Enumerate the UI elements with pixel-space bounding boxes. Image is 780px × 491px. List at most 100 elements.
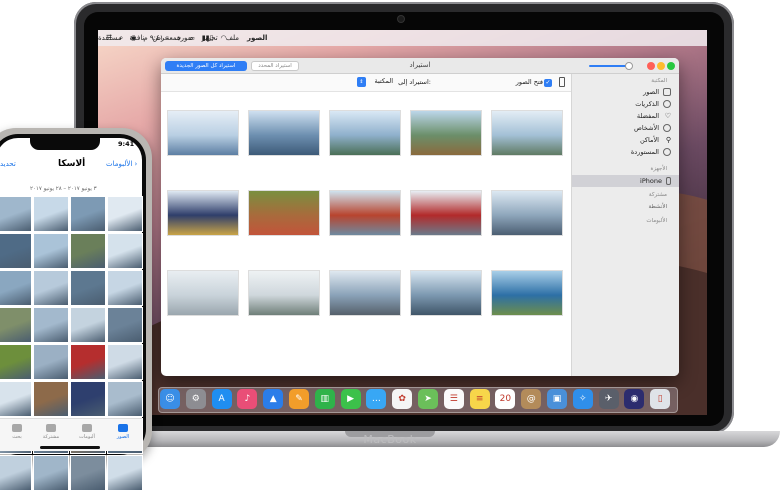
- iphone-photo-tile[interactable]: [33, 196, 69, 232]
- sidebar-item-people[interactable]: الأشخاص: [634, 124, 671, 132]
- iphone-photo-tile[interactable]: [107, 233, 143, 269]
- iphone-photo-tile[interactable]: [70, 307, 106, 343]
- close-window-button[interactable]: [647, 62, 655, 70]
- iphone-photo-tile[interactable]: [107, 344, 143, 380]
- import-photo-thumbnail[interactable]: [167, 190, 239, 236]
- iphone-photo-tile[interactable]: [33, 455, 69, 491]
- siri-icon[interactable]: ◉: [624, 389, 645, 409]
- import-photo-thumbnail[interactable]: [248, 190, 320, 236]
- import-selected-button[interactable]: استيراد المحدد: [251, 61, 299, 71]
- sidebar-item-imports[interactable]: المستوردة: [631, 148, 671, 156]
- sidebar-item-photos[interactable]: الصور: [643, 88, 671, 96]
- battery-icon[interactable]: ▮▮▯: [202, 34, 214, 42]
- iphone-photo-tile[interactable]: [0, 196, 32, 232]
- siri-status-icon[interactable]: ◉: [130, 34, 136, 42]
- pages-icon[interactable]: ✎: [289, 389, 309, 409]
- preview-icon[interactable]: ▣: [547, 389, 567, 409]
- iphone-photo-tile[interactable]: [107, 455, 143, 491]
- import-photo-thumbnail[interactable]: [410, 190, 482, 236]
- albums-back-button[interactable]: الألبومات ›: [106, 160, 137, 168]
- itunes-icon[interactable]: ♪: [237, 389, 258, 409]
- open-photos-checkbox[interactable]: ✓: [544, 79, 552, 87]
- iphone-photo-tile[interactable]: [107, 196, 143, 232]
- iphone-photo-tile[interactable]: [107, 307, 143, 343]
- photos-icon[interactable]: ✿: [392, 389, 413, 409]
- import-all-button[interactable]: استيراد كل الصور الجديدة: [165, 61, 247, 71]
- zoom-window-button[interactable]: [667, 62, 675, 70]
- import-photo-thumbnail[interactable]: [410, 270, 482, 316]
- home-indicator[interactable]: [40, 446, 100, 449]
- iphone-photo-tile[interactable]: [70, 270, 106, 306]
- iphone-photo-tile[interactable]: [0, 381, 32, 417]
- menubar-clock[interactable]: جمعة ٩:٤١ م: [143, 34, 181, 42]
- system-preferences-icon[interactable]: ⚙: [185, 389, 206, 409]
- notes-icon[interactable]: ≡: [469, 389, 490, 409]
- sidebar-item-places[interactable]: ⚲ الأماكن: [640, 136, 671, 144]
- sidebar-item-iphone[interactable]: iPhone: [640, 177, 671, 185]
- calendar-icon[interactable]: 20: [495, 389, 516, 409]
- iphone-photo-tile[interactable]: [0, 344, 32, 380]
- import-photo-thumbnail[interactable]: [329, 270, 401, 316]
- numbers-icon[interactable]: ▥: [314, 389, 335, 409]
- iphone-photo-tile[interactable]: [107, 381, 143, 417]
- trash-icon[interactable]: ▯: [650, 389, 671, 409]
- finder-icon[interactable]: ☺: [160, 389, 180, 409]
- menu-item-file[interactable]: ملف: [226, 34, 239, 42]
- tab-search[interactable]: بحث: [2, 424, 32, 440]
- import-photo-thumbnail[interactable]: [410, 110, 482, 156]
- iphone-photo-tile[interactable]: [0, 455, 32, 491]
- facetime-icon[interactable]: ▶: [340, 389, 361, 409]
- import-photo-thumbnail[interactable]: [491, 190, 563, 236]
- wifi-icon[interactable]: ◠: [220, 34, 226, 42]
- sidebar: المكتبة الصور الذكريات ♡ المفضلة الأشخاص …: [571, 74, 679, 376]
- select-arrows-icon[interactable]: ⇕: [357, 77, 366, 87]
- app-store-icon[interactable]: A: [211, 389, 232, 409]
- iphone-photo-tile[interactable]: [33, 344, 69, 380]
- sidebar-item-memories[interactable]: الذكريات: [635, 100, 671, 108]
- menu-list-icon[interactable]: ☰: [106, 34, 112, 42]
- menu-item-photos[interactable]: الصور: [247, 34, 267, 42]
- iphone-photo-tile[interactable]: [70, 344, 106, 380]
- tab-photos[interactable]: الصور: [108, 424, 138, 440]
- iphone-photo-tile[interactable]: [70, 196, 106, 232]
- import-photo-thumbnail[interactable]: [329, 190, 401, 236]
- tab-albums[interactable]: ألبومات: [72, 424, 102, 440]
- sidebar-item-label: المستوردة: [630, 148, 659, 156]
- import-photo-thumbnail[interactable]: [167, 110, 239, 156]
- sidebar-item-favorites[interactable]: ♡ المفضلة: [637, 112, 671, 120]
- import-photo-thumbnail[interactable]: [167, 270, 239, 316]
- iphone-photo-tile[interactable]: [0, 307, 32, 343]
- messages-icon[interactable]: …: [366, 389, 387, 409]
- keynote-icon[interactable]: ▲: [263, 389, 284, 409]
- reminders-icon[interactable]: ☰: [443, 389, 464, 409]
- iphone-photo-tile[interactable]: [70, 381, 106, 417]
- iphone-photo-tile[interactable]: [0, 270, 32, 306]
- search-icon[interactable]: ⌕: [119, 34, 123, 43]
- import-photo-thumbnail[interactable]: [248, 270, 320, 316]
- import-photo-thumbnail[interactable]: [491, 270, 563, 316]
- iphone-photo-tile[interactable]: [33, 270, 69, 306]
- minimize-window-button[interactable]: [657, 62, 665, 70]
- sidebar-header-devices: الأجهزة: [650, 166, 667, 172]
- iphone-photo-tile[interactable]: [70, 233, 106, 269]
- launchpad-icon[interactable]: ✈: [598, 389, 619, 409]
- iphone-photo-tile[interactable]: [107, 270, 143, 306]
- photos-import-window: استيراد كل الصور الجديدة استيراد المحدد …: [161, 58, 679, 376]
- sidebar-item-activity[interactable]: الأنشطة: [648, 204, 667, 210]
- tab-shared[interactable]: مشتركة: [36, 424, 66, 440]
- airplay-icon[interactable]: ▭: [188, 34, 195, 42]
- iphone-photo-tile[interactable]: [70, 455, 106, 491]
- maps-icon[interactable]: ➤: [418, 389, 438, 409]
- contacts-icon[interactable]: @: [521, 389, 542, 409]
- iphone-photo-tile[interactable]: [33, 233, 69, 269]
- import-photo-thumbnail[interactable]: [248, 110, 320, 156]
- iphone-photo-tile[interactable]: [33, 307, 69, 343]
- safari-icon[interactable]: ✧: [572, 389, 593, 409]
- sidebar-header-library: المكتبة: [651, 78, 667, 84]
- zoom-slider-knob[interactable]: [625, 62, 633, 70]
- import-photo-thumbnail[interactable]: [491, 110, 563, 156]
- import-photo-thumbnail[interactable]: [329, 110, 401, 156]
- iphone-photo-tile[interactable]: [33, 381, 69, 417]
- iphone-photo-tile[interactable]: [0, 233, 32, 269]
- select-button[interactable]: تحديد: [0, 160, 16, 168]
